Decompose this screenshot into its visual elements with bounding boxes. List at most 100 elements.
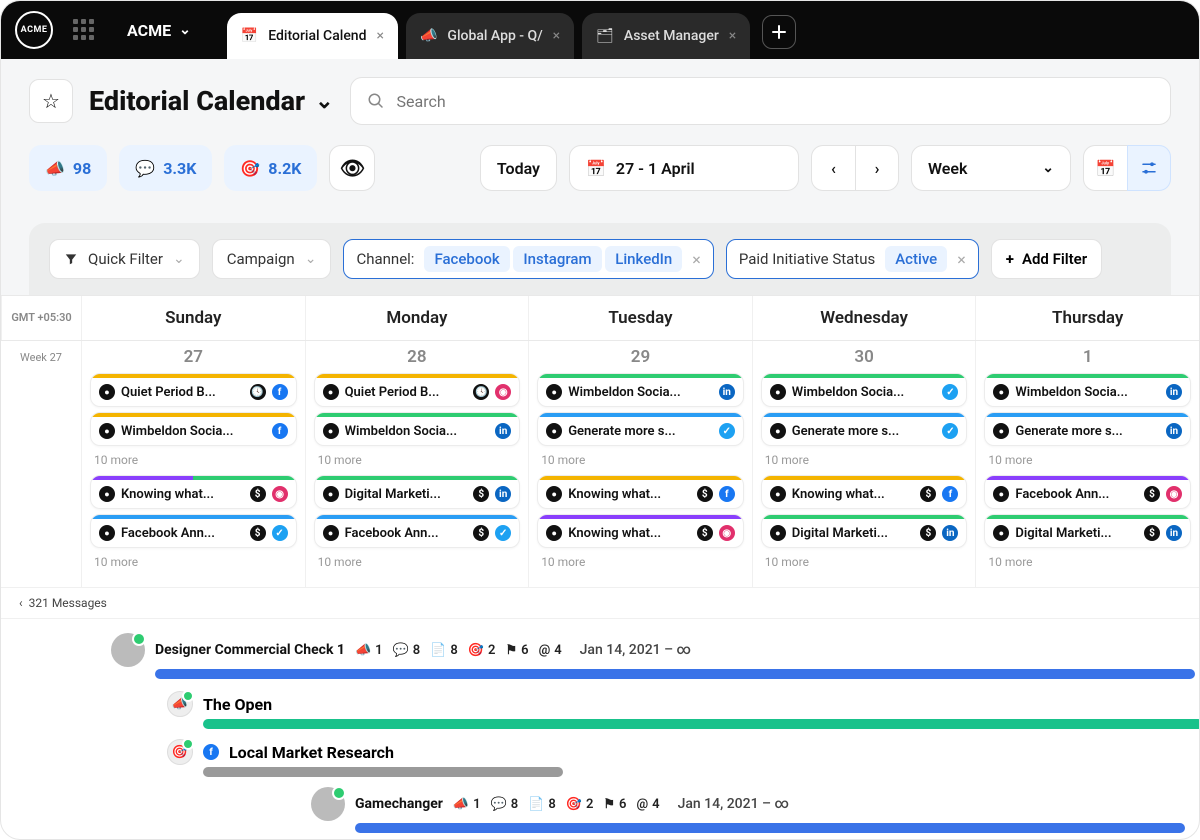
quick-filter-select[interactable]: Quick Filter ⌄ — [49, 239, 200, 279]
prev-button[interactable]: ‹ — [811, 145, 855, 191]
event-card[interactable]: ●Quiet Period B...🕓◉ — [314, 373, 521, 407]
timeline-item[interactable]: Gamechanger 📣1 💬8 📄8 🎯2 ⚑6 @4 Jan 14, 20… — [311, 787, 1199, 821]
date-range-picker[interactable]: 📅 27 - 1 April — [569, 145, 799, 191]
more-link[interactable]: 10 more — [314, 451, 521, 475]
clear-filter-icon[interactable]: × — [692, 250, 701, 269]
add-tab-button[interactable] — [762, 15, 796, 49]
timeline-bar[interactable] — [355, 823, 1185, 833]
stat-chip[interactable]: 📣98 — [29, 145, 107, 191]
event-card[interactable]: ●Generate more s...✓ — [761, 412, 968, 446]
more-link[interactable]: 10 more — [90, 553, 297, 577]
avatar[interactable] — [311, 787, 345, 821]
status-dot: ● — [99, 384, 115, 400]
event-card[interactable]: ●Wimbeldon Socia...✓ — [761, 373, 968, 407]
event-card[interactable]: ●Digital Marketi...$in — [984, 514, 1191, 548]
next-button[interactable]: › — [855, 145, 899, 191]
tab[interactable]: 📅Editorial Calend× — [227, 13, 398, 59]
timeline-subitem[interactable]: 🎯 f Local Market Research — [167, 739, 1199, 765]
chevron-down-icon[interactable]: ⌄ — [315, 89, 333, 114]
messages-header[interactable]: ‹ 321 Messages — [1, 588, 1199, 619]
view-select[interactable]: Week ⌄ — [911, 145, 1071, 191]
flag-icon: ⚑ — [603, 797, 615, 812]
timeline-bar[interactable] — [155, 669, 1195, 679]
today-button[interactable]: Today — [480, 145, 557, 191]
timeline-bar[interactable] — [203, 767, 563, 777]
channel-icon: f — [719, 486, 735, 502]
more-link[interactable]: 10 more — [984, 451, 1191, 475]
day-column: 30 ●Wimbeldon Socia...✓ ●Generate more s… — [752, 341, 976, 588]
event-card[interactable]: ●Wimbeldon Socia...in — [314, 412, 521, 446]
filter-tag[interactable]: Facebook — [424, 246, 509, 272]
stat-chip[interactable]: 💬3.3K — [119, 145, 212, 191]
event-card[interactable]: ●Knowing what...$◉ — [90, 475, 297, 509]
paid-status-filter[interactable]: Paid Initiative Status Active × — [726, 239, 979, 279]
folder-icon: 🗂 — [596, 28, 614, 44]
brand-logo[interactable]: ACME — [15, 11, 53, 49]
search-input[interactable] — [397, 92, 1155, 111]
at-icon: @ — [539, 643, 551, 658]
chat-icon: 💬 — [491, 797, 507, 812]
status-dot: ● — [993, 384, 1009, 400]
status-dot: ● — [323, 384, 339, 400]
day-header: Wednesday — [752, 296, 976, 340]
event-card[interactable]: ●Digital Marketi...$in — [761, 514, 968, 548]
event-card[interactable]: ●Facebook Ann...$✓ — [314, 514, 521, 548]
more-link[interactable]: 10 more — [537, 553, 744, 577]
favorite-button[interactable]: ☆ — [29, 79, 73, 123]
settings-view-button[interactable] — [1127, 145, 1171, 191]
status-dot: ● — [770, 525, 786, 541]
stat: 📄8 — [430, 643, 458, 658]
apps-icon[interactable] — [73, 19, 95, 41]
item-title: Designer Commercial Check 1 — [155, 642, 345, 658]
avatar[interactable] — [111, 633, 145, 667]
timeline-item[interactable]: Designer Commercial Check 1 📣1 💬8 📄8 🎯2 … — [111, 633, 1199, 667]
clear-filter-icon[interactable]: × — [957, 250, 966, 269]
calendar-view-button[interactable]: 📅 — [1083, 145, 1127, 191]
more-link[interactable]: 10 more — [537, 451, 744, 475]
tab[interactable]: 📣Global App - Q/× — [406, 13, 574, 59]
plus-icon: + — [1006, 250, 1014, 268]
chevron-down-icon: ⌄ — [179, 22, 191, 38]
tab[interactable]: 🗂Asset Manager× — [582, 13, 750, 59]
event-card[interactable]: ●Generate more s...✓ — [537, 412, 744, 446]
target-icon: 🎯 — [167, 739, 193, 765]
status-dot: ● — [546, 384, 562, 400]
org-selector[interactable]: ACME ⌄ — [127, 21, 191, 40]
event-card[interactable]: ●Knowing what...$f — [761, 475, 968, 509]
close-icon[interactable]: × — [377, 28, 384, 44]
campaign-select[interactable]: Campaign ⌄ — [212, 239, 332, 279]
eye-icon: 👁 — [340, 156, 365, 180]
close-icon[interactable]: × — [729, 28, 736, 44]
channel-filter[interactable]: Channel: Facebook Instagram LinkedIn × — [343, 239, 713, 279]
timeline-bar[interactable] — [203, 719, 1200, 729]
more-link[interactable]: 10 more — [761, 553, 968, 577]
event-card[interactable]: ●Wimbeldon Socia...in — [984, 373, 1191, 407]
more-link[interactable]: 10 more — [90, 451, 297, 475]
stat-chip[interactable]: 🎯8.2K — [224, 145, 317, 191]
event-card[interactable]: ●Knowing what...$f — [537, 475, 744, 509]
timeline-subitem[interactable]: 📣 The Open — [167, 691, 1199, 717]
event-card[interactable]: ●Knowing what...$◉ — [537, 514, 744, 548]
event-card[interactable]: ●Facebook Ann...$◉ — [984, 475, 1191, 509]
chevron-left-icon: ‹ — [831, 159, 836, 178]
event-card[interactable]: ●Generate more s...in — [984, 412, 1191, 446]
more-link[interactable]: 10 more — [314, 553, 521, 577]
more-link[interactable]: 10 more — [984, 553, 1191, 577]
visibility-button[interactable]: 👁 — [329, 145, 375, 191]
close-icon[interactable]: × — [553, 28, 560, 44]
more-link[interactable]: 10 more — [761, 451, 968, 475]
search-box[interactable] — [350, 77, 1172, 125]
status-dot: ● — [993, 525, 1009, 541]
filter-tag[interactable]: Active — [885, 246, 947, 272]
add-filter-button[interactable]: + Add Filter — [991, 239, 1102, 279]
target-icon: 🎯 — [468, 643, 484, 658]
filter-tag[interactable]: LinkedIn — [605, 246, 682, 272]
event-card[interactable]: ●Facebook Ann...$✓ — [90, 514, 297, 548]
event-card[interactable]: ●Wimbeldon Socia...f — [90, 412, 297, 446]
event-card[interactable]: ●Quiet Period B...🕓f — [90, 373, 297, 407]
channel-icon: f — [272, 423, 288, 439]
event-card[interactable]: ●Wimbeldon Socia...in — [537, 373, 744, 407]
filter-tag[interactable]: Instagram — [513, 246, 601, 272]
event-card[interactable]: ●Digital Marketi...$in — [314, 475, 521, 509]
channel-icon: $ — [473, 486, 489, 502]
